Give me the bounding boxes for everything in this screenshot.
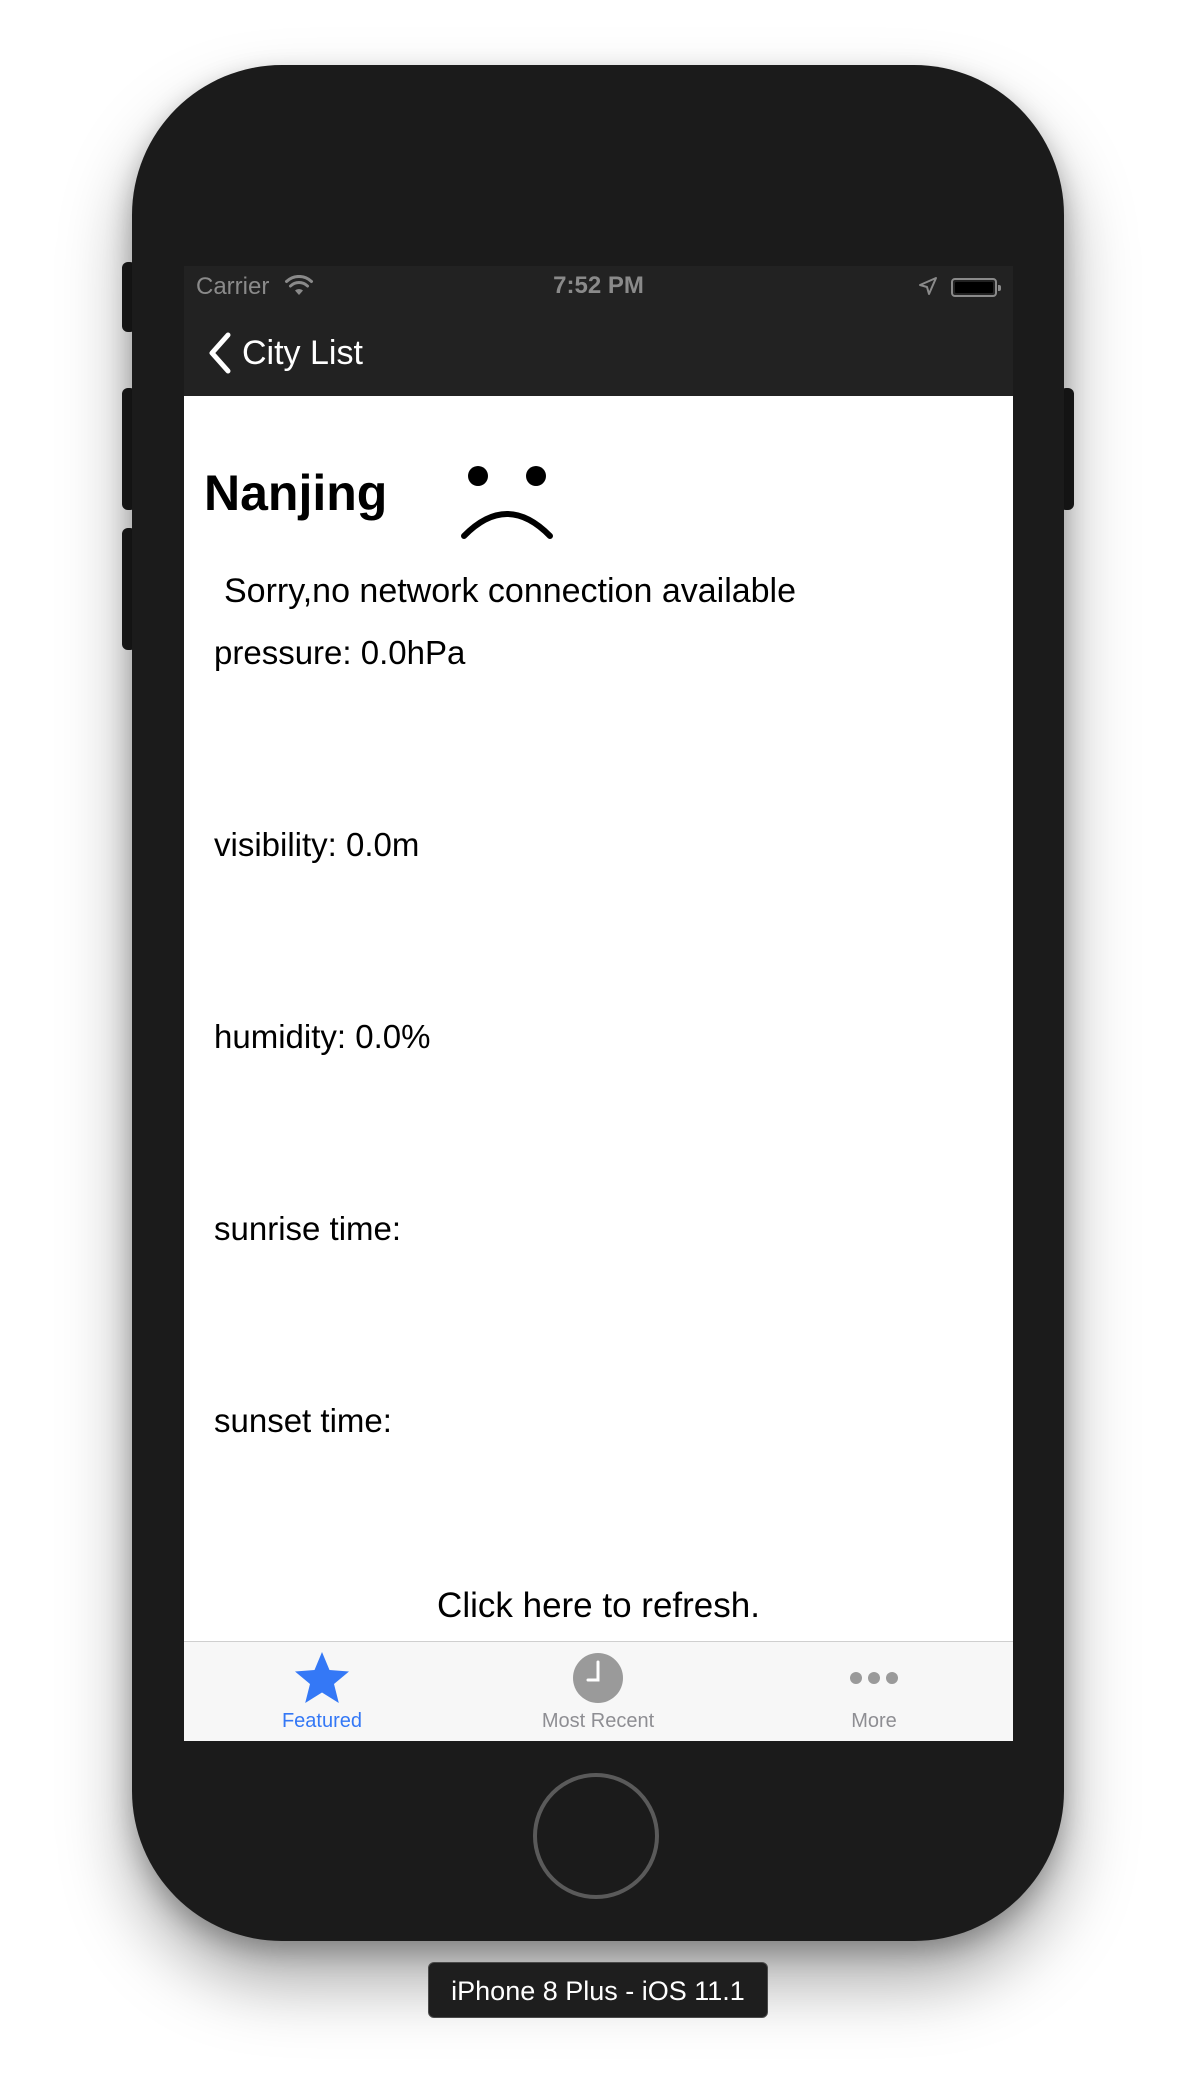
tab-featured-label: Featured [281,1710,363,1732]
chevron-left-icon [209,332,231,374]
tab-most-recent-label: Most Recent [541,1710,655,1732]
tab-more[interactable]: More [736,1642,1012,1741]
visibility-value: visibility: 0.0m [214,826,420,863]
sunrise-time: sunrise time: [214,1210,402,1247]
weather-detail: Nanjing Sorry,no network connection avai… [184,396,1013,1646]
phone-screen: Carrier 7:52 PM City List Nanjing Sorry,… [184,266,1013,1741]
refresh-button[interactable]: Click here to refresh. [184,1586,1013,1626]
city-name: Nanjing [204,465,388,521]
back-button[interactable]: City List [206,330,363,376]
status-bar: Carrier 7:52 PM [184,266,1013,310]
sad-face-icon [461,466,553,539]
tab-most-recent[interactable]: Most Recent [460,1642,736,1741]
clock-icon [573,1653,623,1703]
sunset-time: sunset time: [214,1402,392,1439]
navigation-bar: City List [184,310,1013,396]
pressure-value: pressure: 0.0hPa [214,634,466,671]
humidity-value: humidity: 0.0% [214,1018,431,1055]
star-icon [295,1652,349,1703]
battery-icon [951,278,1001,297]
more-dots-icon [850,1672,898,1684]
tab-more-label: More [851,1710,897,1732]
status-time: 7:52 PM [553,272,644,299]
location-arrow-icon [919,277,937,295]
home-button[interactable] [533,1773,659,1899]
network-error-message: Sorry,no network connection available [224,572,797,610]
tab-bar: Featured Most Recent More [184,1641,1013,1741]
simulator-stage: Carrier 7:52 PM City List Nanjing Sorry,… [0,0,1196,2100]
back-button-label: City List [242,333,363,372]
device-model-label: iPhone 8 Plus - iOS 11.1 [428,1962,768,2018]
tab-featured[interactable]: Featured [184,1642,460,1741]
